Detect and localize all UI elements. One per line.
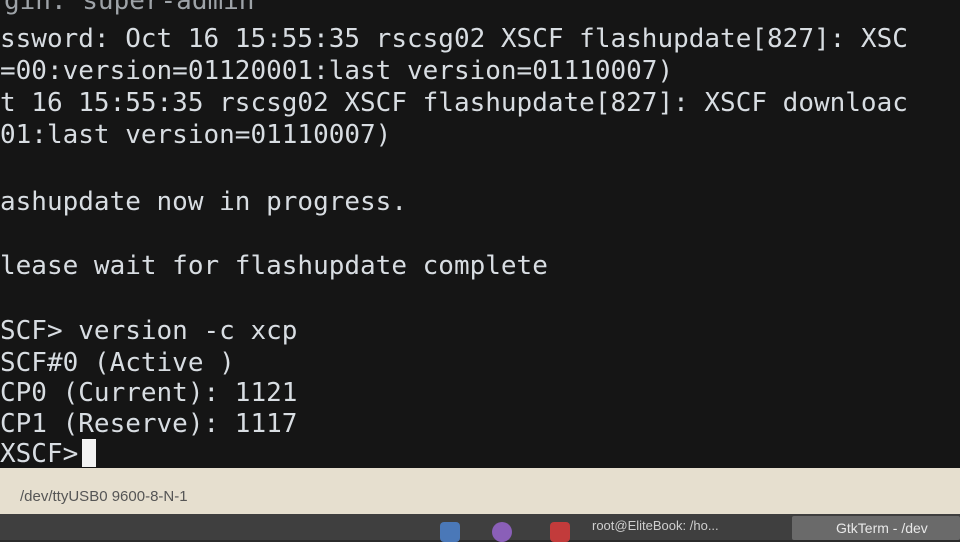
app-icon-blue[interactable] [440, 522, 460, 542]
text-cursor [82, 439, 97, 467]
terminal-line-command: SCF> version -c xcp [0, 316, 298, 346]
terminal-line-5: 01:last version=01110007) [0, 120, 392, 150]
terminal-line-1: gin: super-admin [4, 0, 255, 16]
app-icon-red[interactable] [550, 522, 570, 542]
task-gtkterm-window[interactable]: GtkTerm - /dev [792, 516, 960, 540]
terminal-line-wait: lease wait for flashupdate complete [0, 251, 548, 281]
terminal-line-progress: ashupdate now in progress. [0, 187, 407, 217]
task-terminal[interactable]: root@EliteBook: /ho... [592, 518, 719, 533]
terminal-prompt[interactable]: XSCF> [0, 439, 97, 468]
terminal-line-xcp1: CP1 (Reserve): 1117 [0, 409, 298, 439]
terminal-line-4: t 16 15:55:35 rscsg02 XSCF flashupdate[8… [0, 88, 908, 118]
app-icon-purple[interactable] [492, 522, 512, 542]
terminal-line-xcp0: CP0 (Current): 1121 [0, 378, 298, 408]
terminal-line-xscf0: SCF#0 (Active ) [0, 348, 235, 378]
terminal-line-3: =00:version=01120001:last version=011100… [0, 56, 674, 86]
prompt-text: XSCF> [0, 439, 79, 468]
connection-status: /dev/ttyUSB0 9600-8-N-1 [20, 488, 188, 505]
terminal-output[interactable]: gin: super-admin ssword: Oct 16 15:55:35… [0, 0, 960, 468]
task-gtkterm-label: GtkTerm - /dev [836, 520, 928, 536]
terminal-line-2: ssword: Oct 16 15:55:35 rscsg02 XSCF fla… [0, 24, 908, 54]
status-bar: /dev/ttyUSB0 9600-8-N-1 [0, 468, 960, 514]
taskbar: root@EliteBook: /ho... GtkTerm - /dev [0, 514, 960, 542]
